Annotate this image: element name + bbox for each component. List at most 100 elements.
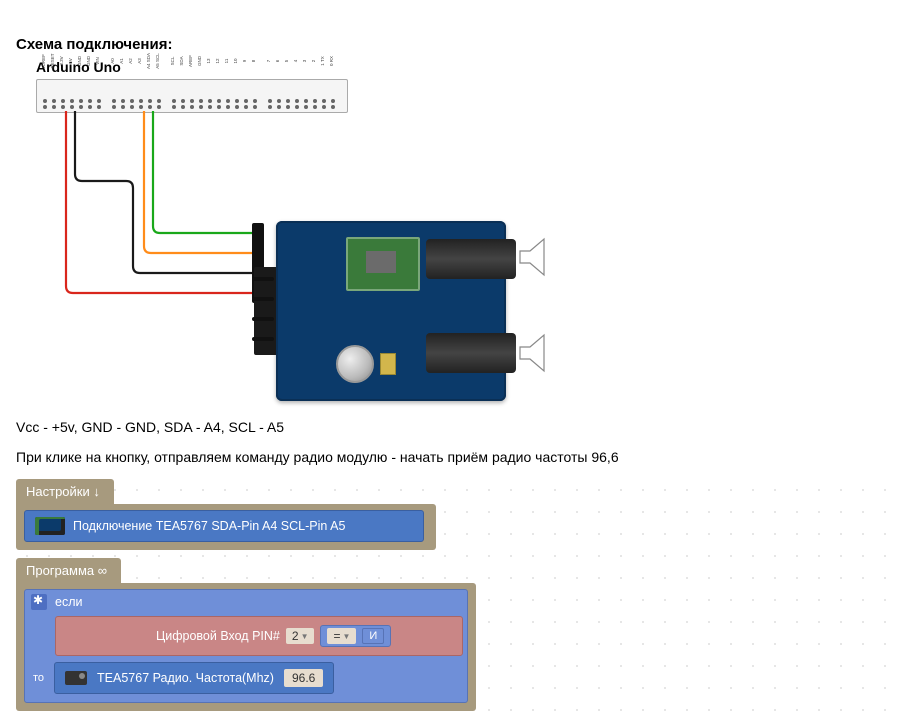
pin-label: 8 xyxy=(251,51,256,71)
pin-socket xyxy=(208,105,212,109)
pin-label: GND xyxy=(86,51,91,71)
freq-label: TEA5767 Радио. Частота(Mhz) xyxy=(97,671,274,685)
pin-label: 13 xyxy=(206,51,211,71)
pin-12: 12 xyxy=(215,80,223,112)
pin-vin: VIN xyxy=(95,80,103,112)
pin-socket xyxy=(181,105,185,109)
pin-socket xyxy=(331,105,335,109)
pin-label: 11 xyxy=(224,51,229,71)
arduino-header: IOREFRESET3.3V5VGNDGNDVINA0A1A2A3A4 SDAA… xyxy=(36,79,348,113)
compare-block[interactable]: = ▼ И xyxy=(320,625,391,647)
pin-1tx: 1 TX xyxy=(320,80,328,112)
module-icon xyxy=(35,517,65,535)
freq-input[interactable]: 96.6 xyxy=(284,669,323,687)
pin-label: 10 xyxy=(233,51,238,71)
pin-8: 8 xyxy=(251,80,259,112)
pin-socket xyxy=(70,105,74,109)
audio-jack-bottom xyxy=(426,333,516,373)
pin-socket xyxy=(286,105,290,109)
pin-11: 11 xyxy=(224,80,232,112)
settings-header[interactable]: Настройки ↓ xyxy=(16,479,114,504)
pin-aref: AREF xyxy=(188,80,196,112)
pin-label: A0 xyxy=(110,51,115,71)
pin-4: 4 xyxy=(293,80,301,112)
pin-socket xyxy=(97,105,101,109)
small-capacitor xyxy=(380,353,396,375)
pin-label: GND xyxy=(77,51,82,71)
if-head: если xyxy=(25,590,467,614)
pin-0rx: 0 RX xyxy=(329,80,337,112)
program-body: если Цифровой Вход PIN# 2 ▼ = ▼ И то xyxy=(16,583,476,711)
if-label: если xyxy=(55,595,82,609)
operator-dropdown[interactable]: = ▼ xyxy=(327,628,356,644)
pin-10: 10 xyxy=(233,80,241,112)
pin-reset: RESET xyxy=(50,80,58,112)
pin-a0: A0 xyxy=(110,80,118,112)
pin-socket xyxy=(43,105,47,109)
operator-value: = xyxy=(333,629,340,643)
true-value[interactable]: И xyxy=(362,628,384,644)
if-block[interactable]: если Цифровой Вход PIN# 2 ▼ = ▼ И то xyxy=(24,589,468,703)
chevron-down-icon: ▼ xyxy=(343,632,351,641)
radio-module-tea5767 xyxy=(276,221,506,401)
pin-13: 13 xyxy=(206,80,214,112)
pin-socket xyxy=(322,105,326,109)
tea-setup-label: Подключение TEA5767 SDA-Pin A4 SCL-Pin A… xyxy=(73,519,345,533)
pin-scl: SCL xyxy=(170,80,178,112)
pin-label: A4 SDA xyxy=(146,51,151,71)
speaker-icon-bottom xyxy=(516,333,556,373)
pin-socket xyxy=(172,105,176,109)
pin-dropdown[interactable]: 2 ▼ xyxy=(286,628,315,644)
pin-label: 6 xyxy=(275,51,280,71)
pin-3.3v: 3.3V xyxy=(59,80,67,112)
gear-icon[interactable] xyxy=(31,594,47,610)
pin-5v: 5V xyxy=(68,80,76,112)
program-header[interactable]: Программа ∞ xyxy=(16,558,121,583)
wiring-text: Vcc - +5v, GND - GND, SDA - A4, SCL - A5 xyxy=(16,419,893,435)
pin-socket xyxy=(313,105,317,109)
audio-jack-top xyxy=(426,239,516,279)
pin-label: A3 xyxy=(137,51,142,71)
pin-socket xyxy=(277,105,281,109)
blockly-program: Настройки ↓ Подключение TEA5767 SDA-Pin … xyxy=(16,479,486,711)
tea5767-setup-block[interactable]: Подключение TEA5767 SDA-Pin A4 SCL-Pin A… xyxy=(24,510,424,542)
pin-label: 5V xyxy=(68,51,73,71)
wiring-diagram: IOREFRESET3.3V5VGNDGNDVINA0A1A2A3A4 SDAA… xyxy=(16,71,556,391)
pin-label: 5 xyxy=(284,51,289,71)
pin-label: SDA xyxy=(179,51,184,71)
pin-socket xyxy=(79,105,83,109)
pin-7: 7 xyxy=(266,80,274,112)
pin-socket xyxy=(157,105,161,109)
tea5767-freq-block[interactable]: TEA5767 Радио. Частота(Mhz) 96.6 xyxy=(54,662,334,694)
pin-6: 6 xyxy=(275,80,283,112)
pin-label: 7 xyxy=(266,51,271,71)
pin-gnd: GND xyxy=(77,80,85,112)
pin-label: RESET xyxy=(50,51,55,71)
pin-socket xyxy=(61,105,65,109)
capacitor xyxy=(336,345,374,383)
pin-label: 3 xyxy=(302,51,307,71)
pin-label: 2 xyxy=(311,51,316,71)
pin-socket xyxy=(268,105,272,109)
pin-label: AREF xyxy=(188,51,193,71)
pin-socket xyxy=(217,105,221,109)
pin-label: 1 TX xyxy=(320,51,325,71)
pin-label: 9 xyxy=(242,51,247,71)
pin-a1: A1 xyxy=(119,80,127,112)
pin-a3: A3 xyxy=(137,80,145,112)
pin-socket xyxy=(304,105,308,109)
pin-label: 12 xyxy=(215,51,220,71)
pin-socket xyxy=(295,105,299,109)
pin-label: A1 xyxy=(119,51,124,71)
pin-socket xyxy=(226,105,230,109)
pin-socket xyxy=(199,105,203,109)
pin-socket xyxy=(112,105,116,109)
pin-a2: A2 xyxy=(128,80,136,112)
tea5767-chip xyxy=(346,237,420,291)
pin-socket xyxy=(52,105,56,109)
pin-socket xyxy=(88,105,92,109)
module-header-pins xyxy=(254,267,276,355)
pin-5: 5 xyxy=(284,80,292,112)
condition-block[interactable]: Цифровой Вход PIN# 2 ▼ = ▼ И xyxy=(55,616,463,656)
pin-socket xyxy=(121,105,125,109)
